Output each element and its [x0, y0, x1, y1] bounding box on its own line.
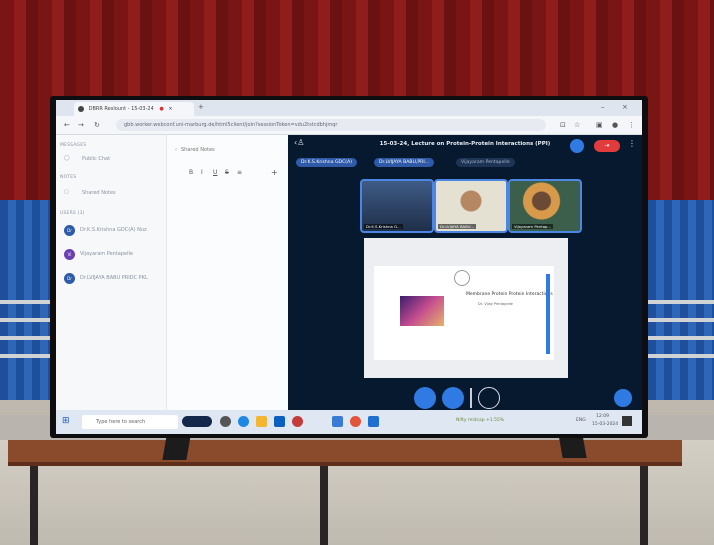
slide-subtitle: Dr. Vijay Pentapelle	[478, 302, 513, 306]
extensions-icon[interactable]: ▣	[596, 116, 603, 134]
browser-tab-bar: DBRR Reslount - 15-03-24 ● × + – ×	[56, 100, 642, 116]
connection-status-icon[interactable]	[570, 139, 584, 153]
notes-icon: ▢	[64, 189, 69, 195]
webcam-name: Vijayaram Pentap...	[512, 224, 554, 229]
slide-title: Membrane Protein Protein Interactions	[466, 292, 553, 297]
presentation-toggle-button[interactable]	[614, 389, 632, 407]
profile-icon[interactable]: ●	[612, 116, 618, 134]
messages-label: MESSAGES	[60, 143, 87, 148]
new-tab-icon[interactable]: +	[198, 100, 204, 116]
media-icon[interactable]	[292, 416, 303, 427]
menu-dots-icon[interactable]: ⋮	[628, 116, 635, 134]
notes-back-icon[interactable]: ‹	[175, 147, 177, 153]
underline-button[interactable]: U	[213, 169, 217, 176]
mail-icon[interactable]	[274, 416, 285, 427]
tv-screen: DBRR Reslount - 15-03-24 ● × + – × ← → ↻…	[56, 100, 642, 434]
avatar: Vi	[64, 249, 75, 260]
avatar: Dr	[64, 225, 75, 236]
app-icon[interactable]	[368, 416, 379, 427]
divider	[470, 388, 472, 408]
meeting-area: ‹♙ 15-03-24, Lecture on Protein-Protein …	[288, 135, 642, 410]
webcam-name: Dr.LVIJAYA BABU...	[438, 224, 477, 229]
user-list-panel: MESSAGES ◯ Public Chat NOTES ▢ Shared No…	[56, 135, 166, 410]
close-window-icon[interactable]: ×	[622, 100, 628, 116]
webcam-tile[interactable]: Dr.LVIJAYA BABU...	[434, 179, 508, 233]
recording-icon: ●	[159, 106, 164, 112]
list-button[interactable]: ≡	[237, 169, 242, 176]
widget-icon[interactable]	[182, 416, 212, 427]
webcam-tile[interactable]: Dr.K.S.Krishna G...	[360, 179, 434, 233]
language-indicator[interactable]: ENG	[576, 418, 586, 423]
italic-button[interactable]: I	[201, 169, 203, 176]
minimize-icon[interactable]: –	[601, 100, 605, 116]
avatar: Dr	[64, 273, 75, 284]
add-button[interactable]: +	[271, 168, 278, 177]
clock-time[interactable]: 12:09	[596, 414, 609, 419]
bookmark-star-icon[interactable]: ☆	[574, 116, 580, 134]
close-tab-icon[interactable]: ×	[168, 106, 172, 112]
presenter-chip[interactable]: Vijayaram Pentapelle	[456, 158, 515, 167]
app-icon[interactable]	[332, 416, 343, 427]
strike-button[interactable]: S	[225, 169, 229, 176]
table-leg	[320, 466, 328, 545]
tray-ticker: Nifty midcap +1.55%	[456, 418, 505, 423]
taskbar-search[interactable]: Type here to search	[82, 415, 178, 429]
mic-button[interactable]	[414, 387, 436, 409]
options-menu-icon[interactable]: ⋮	[628, 139, 636, 148]
slide-image	[400, 296, 444, 326]
favicon-icon	[78, 105, 84, 112]
windows-start-icon[interactable]: ⊞	[62, 416, 70, 426]
address-bar-row: ← → ↻ gbb.worker.webconf.uni-marburg.de/…	[56, 116, 642, 135]
meeting-title: 15-03-24, Lecture on Protein-Protein Int…	[379, 141, 551, 147]
slide-content: Membrane Protein Protein Interactions Dr…	[374, 266, 554, 360]
file-explorer-icon[interactable]	[256, 416, 267, 427]
user-list-item[interactable]: Dr.LVIJAYA BABU PRIDC PKL	[80, 275, 148, 281]
slide-accent-bar	[546, 274, 550, 354]
presenter-chip[interactable]: Dr.K.S.Krishna GDC(A)	[296, 158, 358, 167]
notification-icon[interactable]	[622, 416, 632, 426]
presenter-chip[interactable]: Dr.LVIJAYA BABU,PRI...	[374, 158, 435, 167]
public-chat-link[interactable]: Public Chat	[82, 156, 110, 162]
webcam-tile[interactable]: Vijayaram Pentap...	[508, 179, 582, 233]
back-icon[interactable]: ←	[64, 116, 70, 134]
user-list-item[interactable]: Dr.K.S.Krishna GDC(A) Nuz	[80, 227, 147, 233]
chat-icon: ◯	[64, 155, 70, 161]
users-toggle-icon[interactable]: ‹♙	[294, 138, 304, 147]
university-logo-icon	[454, 270, 470, 286]
windows-taskbar: ⊞ Type here to search Nifty midcap +1.55…	[56, 410, 642, 434]
leave-button[interactable]: ⇥	[594, 140, 620, 152]
chrome-icon[interactable]	[350, 416, 361, 427]
reload-icon[interactable]: ↻	[94, 116, 100, 134]
user-list-item[interactable]: Vijayaram Pentapelle	[80, 251, 133, 257]
webcam-name: Dr.K.S.Krishna G...	[364, 224, 403, 229]
tab-title: DBRR Reslount - 15-03-24	[88, 106, 154, 112]
bold-button[interactable]: B	[189, 169, 193, 176]
users-label: USERS (3)	[60, 211, 85, 216]
table-leg	[640, 466, 648, 545]
cortana-icon[interactable]	[220, 416, 231, 427]
shared-notes-panel: ‹ Shared Notes B I U S ≡ +	[166, 135, 289, 410]
notes-label: NOTES	[60, 175, 77, 180]
camera-button[interactable]	[442, 387, 464, 409]
raise-hand-button[interactable]	[478, 387, 500, 409]
forward-icon[interactable]: →	[78, 116, 84, 134]
cast-icon[interactable]: ⊡	[560, 116, 566, 134]
url-field[interactable]: gbb.worker.webconf.uni-marburg.de/html5c…	[116, 119, 546, 131]
table-leg	[30, 466, 38, 545]
presentation-slide: Membrane Protein Protein Interactions Dr…	[364, 238, 568, 378]
shared-notes-link[interactable]: Shared Notes	[82, 190, 116, 196]
notes-header: Shared Notes	[181, 147, 215, 153]
railing-right	[648, 300, 714, 370]
browser-tab[interactable]: DBRR Reslount - 15-03-24 ● ×	[74, 102, 194, 116]
edge-icon[interactable]	[238, 416, 249, 427]
clock-date[interactable]: 15-03-2024	[592, 422, 618, 427]
